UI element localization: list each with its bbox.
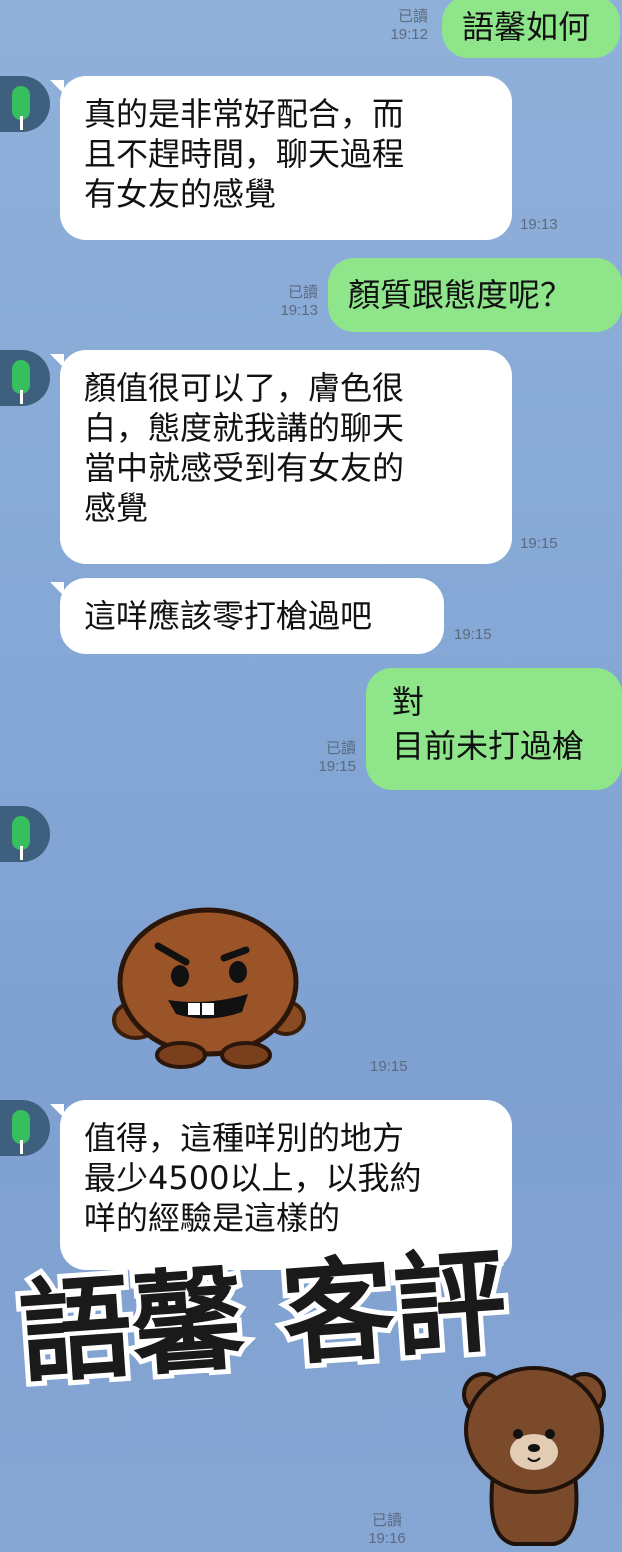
incoming-message[interactable]: 真的是非常好配合，而 且不趕時間，聊天過程 有女友的感覺 [50, 76, 512, 240]
message-time: 19:15 [370, 1058, 408, 1075]
read-receipt: 已讀 19:13 [280, 284, 318, 319]
contact-avatar[interactable] [0, 76, 50, 132]
read-receipt: 已讀 19:15 [318, 740, 356, 775]
bear-character-sticker [462, 1366, 606, 1546]
contact-avatar[interactable] [0, 1100, 50, 1156]
incoming-message[interactable]: 顏值很可以了，膚色很 白，態度就我講的聊天 當中就感受到有女友的 感覺 [50, 350, 512, 564]
outgoing-message[interactable]: 對 目前未打過槍 [366, 668, 622, 790]
contact-avatar[interactable] [0, 350, 50, 406]
message-time: 19:13 [520, 216, 558, 233]
cookie-character-sticker [112, 907, 306, 1069]
outgoing-message[interactable]: 語馨如何 [442, 0, 620, 58]
outgoing-message[interactable]: 顏質跟態度呢？ [328, 258, 622, 332]
incoming-message[interactable]: 這咩應該零打槍過吧 [50, 578, 444, 654]
contact-avatar[interactable] [0, 806, 50, 862]
read-receipt: 已讀 19:16 [368, 1512, 406, 1547]
message-time: 19:15 [454, 626, 492, 643]
message-time: 19:15 [520, 535, 558, 552]
read-receipt: 已讀 19:12 [390, 8, 428, 43]
